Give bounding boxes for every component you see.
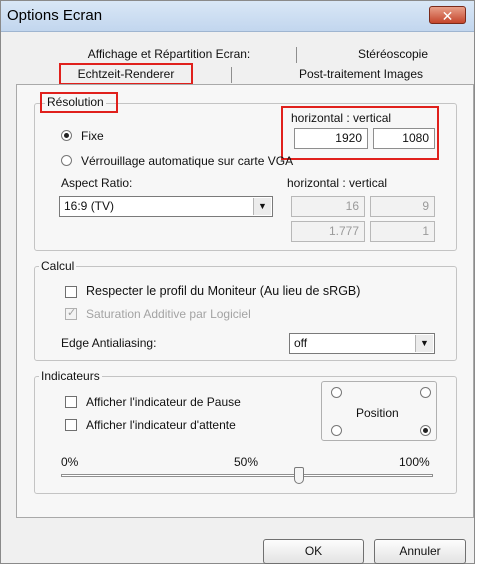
close-button[interactable]: ✕ — [429, 6, 466, 24]
checkbox-saturation: ✓ — [65, 307, 77, 320]
aspect-h-field: 16 — [291, 196, 365, 217]
aspect-ratio-select[interactable]: 16:9 (TV) ▼ — [59, 196, 273, 217]
resolution-height-field[interactable]: 1080 — [373, 128, 435, 149]
indicator-slider-thumb[interactable] — [294, 467, 304, 484]
tab-affichage-label: Affichage et Répartition Ecran: — [87, 47, 251, 61]
slider-min-label: 0% — [61, 455, 79, 469]
checkbox-saturation-label: Saturation Additive par Logiciel — [86, 307, 251, 321]
checkbox-monitor-profile-label: Respecter le profil du Moniteur (Au lieu… — [86, 284, 361, 298]
aspect-ratio-value: 16:9 (TV) — [64, 199, 115, 213]
cancel-button[interactable]: Annuler — [374, 539, 466, 564]
radio-fixe[interactable] — [61, 130, 72, 141]
resolution-header: horizontal : vertical — [291, 111, 392, 125]
position-top-left[interactable] — [331, 387, 342, 398]
aspect-v-field: 9 — [370, 196, 435, 217]
ratio-v-field: 1 — [370, 221, 435, 242]
aspect-ratio-label: Aspect Ratio: — [61, 176, 133, 190]
window-title: Options Ecran — [7, 7, 103, 24]
edge-antialiasing-select[interactable]: off ▼ — [289, 333, 435, 354]
radio-vga-lock[interactable] — [61, 155, 72, 166]
highlight-tab-echtzeit — [59, 63, 193, 85]
position-label: Position — [356, 406, 399, 420]
edge-antialiasing-value: off — [294, 336, 308, 350]
tab-stereoscopie-label: Stéréoscopie — [357, 47, 429, 61]
chevron-down-icon: ▼ — [253, 198, 271, 215]
position-bottom-right[interactable] — [420, 425, 431, 436]
close-icon: ✕ — [441, 8, 454, 24]
indicateurs-legend: Indicateurs — [39, 369, 102, 383]
aspect-header: horizontal : vertical — [287, 176, 388, 190]
title-bar: Options Ecran ✕ — [1, 1, 474, 32]
checkbox-wait-indicator[interactable] — [65, 419, 77, 431]
checkmark-icon: ✓ — [67, 307, 77, 319]
tab-post-traitement-label: Post-traitement Images — [298, 67, 424, 81]
ratio-h-field: 1.777 — [291, 221, 365, 242]
tab-post-traitement[interactable]: Post-traitement Images — [261, 65, 461, 83]
options-dialog: Options Ecran ✕ Affichage et Répartition… — [0, 0, 475, 564]
checkbox-pause-indicator[interactable] — [65, 396, 77, 408]
checkbox-pause-indicator-label: Afficher l'indicateur de Pause — [86, 395, 241, 409]
position-top-right[interactable] — [420, 387, 431, 398]
resolution-width-field[interactable]: 1920 — [294, 128, 368, 149]
checkbox-monitor-profile[interactable] — [65, 286, 77, 298]
highlight-resolution-legend — [40, 92, 118, 113]
indicator-slider-track[interactable] — [61, 474, 433, 477]
chevron-down-icon: ▼ — [415, 335, 433, 352]
ok-button[interactable]: OK — [263, 539, 364, 564]
tab-divider — [231, 67, 232, 83]
tab-affichage[interactable]: Affichage et Répartition Ecran: — [64, 45, 274, 63]
calcul-legend: Calcul — [39, 259, 77, 273]
radio-fixe-label: Fixe — [81, 129, 104, 143]
radio-vga-lock-label: Vérrouillage automatique sur carte VGA — [81, 154, 294, 168]
checkbox-wait-indicator-label: Afficher l'indicateur d'attente — [86, 418, 236, 432]
tab-stereoscopie[interactable]: Stéréoscopie — [318, 45, 468, 63]
slider-max-label: 100% — [399, 455, 430, 469]
tab-divider — [296, 47, 297, 63]
tab-row-top: Affichage et Répartition Ecran: Stéréosc… — [56, 45, 474, 63]
edge-antialiasing-label: Edge Antialiasing: — [61, 336, 157, 350]
position-bottom-left[interactable] — [331, 425, 342, 436]
slider-mid-label: 50% — [234, 455, 259, 469]
